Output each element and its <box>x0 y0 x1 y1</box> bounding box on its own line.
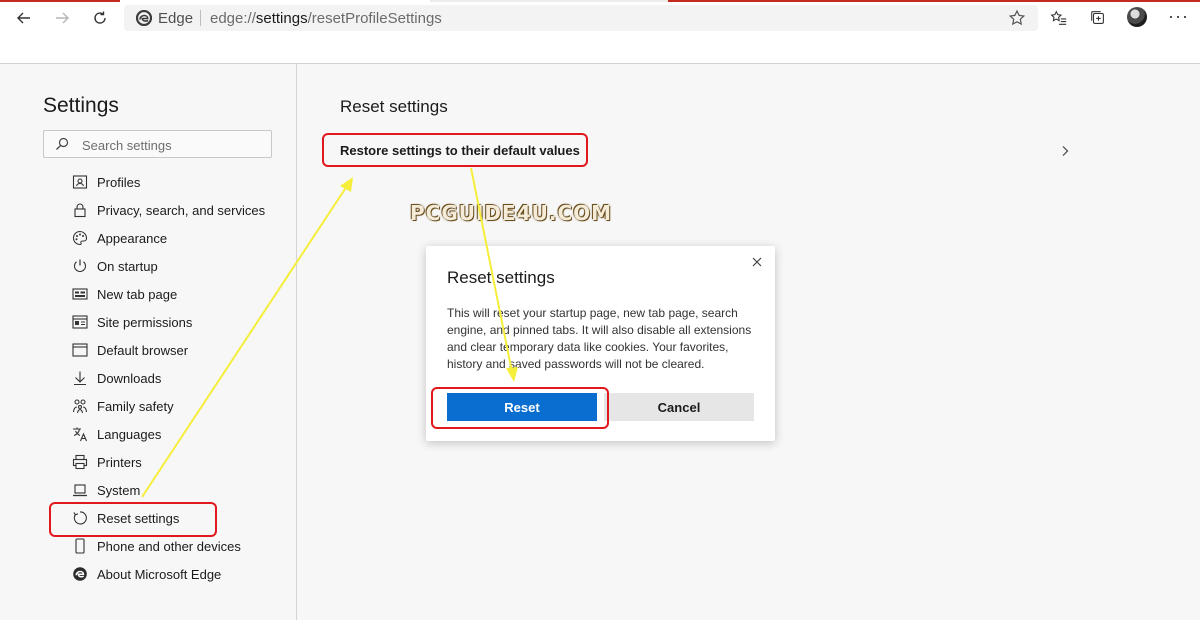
highlight-restore-defaults <box>322 133 588 167</box>
language-icon <box>72 426 88 442</box>
collections-icon <box>1091 11 1104 24</box>
url-host: settings <box>255 10 308 27</box>
edge-logo-icon <box>136 10 152 26</box>
browser-toolbar: Edge edge://settings/resetProfileSetting… <box>0 0 1200 64</box>
site-permissions-icon <box>72 314 88 330</box>
sidebar-item-downloads[interactable]: Downloads <box>0 364 296 392</box>
address-bar[interactable]: Edge edge://settings/resetProfileSetting… <box>124 5 1038 31</box>
edge-logo-icon <box>72 566 88 582</box>
tab-accent-line <box>0 0 120 2</box>
sidebar-item-label: On startup <box>97 259 158 274</box>
printer-icon <box>72 454 88 470</box>
sidebar-item-about[interactable]: About Microsoft Edge <box>0 560 296 588</box>
sidebar-item-printers[interactable]: Printers <box>0 448 296 476</box>
sidebar-item-label: Phone and other devices <box>97 539 241 554</box>
forward-arrow-icon <box>56 12 69 24</box>
sidebar-item-languages[interactable]: Languages <box>0 420 296 448</box>
sidebar-item-label: Site permissions <box>97 315 193 330</box>
sidebar-item-label: New tab page <box>97 287 178 302</box>
search-icon <box>56 137 69 150</box>
favorite-star-icon[interactable] <box>1008 9 1026 27</box>
dialog-title: Reset settings <box>447 268 555 287</box>
back-arrow-icon <box>17 12 30 24</box>
search-box[interactable] <box>43 130 272 158</box>
favorites-list-icon <box>1050 10 1067 25</box>
sidebar-item-appearance[interactable]: Appearance <box>0 224 296 252</box>
sidebar-item-default-browser[interactable]: Default browser <box>0 336 296 364</box>
sidebar-item-label: Languages <box>97 427 162 442</box>
sidebar-item-label: Family safety <box>97 399 174 414</box>
sidebar-item-label: Printers <box>97 455 142 470</box>
palette-icon <box>72 230 88 246</box>
address-brand: Edge <box>158 10 194 27</box>
close-icon[interactable] <box>751 256 763 268</box>
sidebar-item-label: Appearance <box>97 231 168 246</box>
phone-icon <box>72 538 88 554</box>
sidebar-item-profiles[interactable]: Profiles <box>0 168 296 196</box>
address-separator <box>200 10 201 26</box>
sidebar-item-label: Privacy, search, and services <box>97 203 266 218</box>
sidebar-item-label: System <box>97 483 141 498</box>
sidebar-item-site-permissions[interactable]: Site permissions <box>0 308 296 336</box>
address-url: edge://settings/resetProfileSettings <box>210 10 442 27</box>
highlight-reset-settings <box>49 502 217 537</box>
browser-icon <box>72 342 88 358</box>
page-title: Reset settings <box>340 97 448 116</box>
refresh-button[interactable] <box>86 6 114 30</box>
lock-icon <box>72 202 88 218</box>
sidebar-item-new-tab-page[interactable]: New tab page <box>0 280 296 308</box>
back-button[interactable] <box>10 6 38 30</box>
sidebar-item-label: Downloads <box>97 371 162 386</box>
sidebar-item-family-safety[interactable]: Family safety <box>0 392 296 420</box>
sidebar-item-label: Default browser <box>97 343 189 358</box>
power-icon <box>72 258 88 274</box>
sidebar-item-system[interactable]: System <box>0 476 296 504</box>
sidebar-item-label: Profiles <box>97 175 141 190</box>
cancel-button[interactable]: Cancel <box>604 393 754 421</box>
profile-icon <box>72 174 88 190</box>
chevron-right-icon <box>1062 146 1069 156</box>
more-options-icon[interactable]: ··· <box>1168 6 1189 27</box>
collections-button[interactable] <box>1088 8 1108 28</box>
newtab-icon <box>72 286 88 302</box>
favorites-button[interactable] <box>1049 8 1069 28</box>
url-prefix: edge:// <box>210 10 256 27</box>
download-icon <box>72 370 88 386</box>
family-icon <box>72 398 88 414</box>
sidebar-item-on-startup[interactable]: On startup <box>0 252 296 280</box>
tab-accent-line <box>668 0 1200 2</box>
forward-button[interactable] <box>48 6 76 30</box>
sidebar-item-privacy[interactable]: Privacy, search, and services <box>0 196 296 224</box>
watermark: PCGUIDE4U.COM <box>410 201 613 225</box>
profile-avatar[interactable] <box>1127 7 1147 27</box>
laptop-icon <box>72 482 88 498</box>
sidebar-title: Settings <box>43 94 119 117</box>
highlight-reset-button <box>431 387 609 429</box>
url-path: /resetProfileSettings <box>307 10 442 27</box>
search-input[interactable] <box>80 135 264 155</box>
dialog-message: This will reset your startup page, new t… <box>447 306 752 371</box>
refresh-icon <box>94 11 106 24</box>
sidebar-item-label: About Microsoft Edge <box>97 567 222 582</box>
tab-divider <box>430 0 670 2</box>
